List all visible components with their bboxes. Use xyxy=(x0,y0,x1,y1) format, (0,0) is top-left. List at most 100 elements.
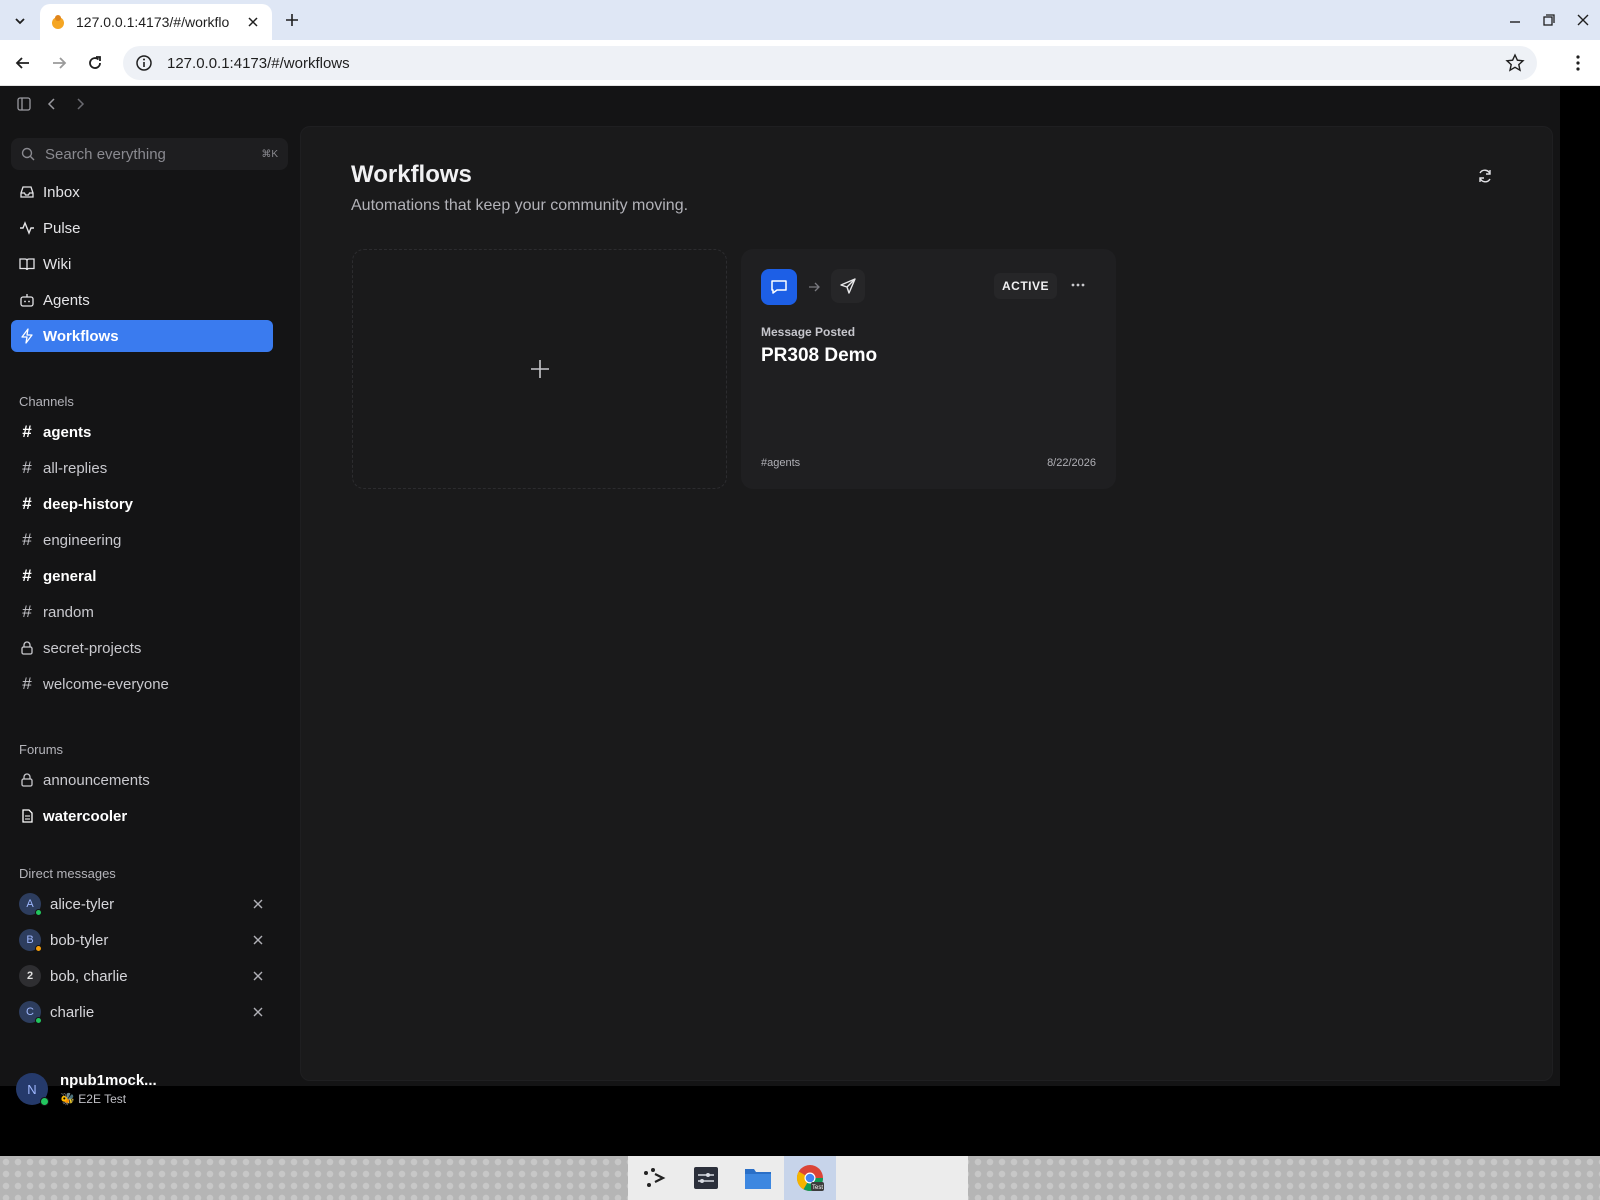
window-edge xyxy=(1560,86,1600,1086)
channels-heading: Channels xyxy=(19,394,74,409)
lock-icon xyxy=(19,640,35,656)
channel-general[interactable]: # general xyxy=(11,560,273,592)
nav-label: Inbox xyxy=(43,183,80,201)
workflow-name: PR308 Demo xyxy=(761,345,878,366)
channel-random[interactable]: # random xyxy=(11,596,273,628)
document-icon xyxy=(19,808,35,824)
close-dm-icon[interactable] xyxy=(251,933,265,947)
search-icon xyxy=(21,147,35,161)
file-manager-icon[interactable] xyxy=(732,1156,784,1200)
dm-name: bob-tyler xyxy=(50,931,109,949)
forum-name: watercooler xyxy=(43,807,128,825)
browser-tab[interactable]: 127.0.0.1:4173/#/workflo xyxy=(40,4,272,40)
reload-icon[interactable] xyxy=(83,51,107,75)
hash-icon: # xyxy=(22,494,32,513)
tab-title: 127.0.0.1:4173/#/workflo xyxy=(76,14,230,30)
os-taskbar: Test xyxy=(0,1156,1600,1200)
nav-label: Pulse xyxy=(43,219,81,237)
close-window-icon[interactable] xyxy=(1566,0,1600,40)
channel-all-replies[interactable]: # all-replies xyxy=(11,452,273,484)
forum-watercooler[interactable]: watercooler xyxy=(11,800,273,832)
workflow-card[interactable]: ACTIVE Message Posted PR308 Demo #agents… xyxy=(741,249,1116,489)
forward-arrow-icon[interactable] xyxy=(47,51,71,75)
page-title: Workflows xyxy=(351,161,472,188)
lock-icon xyxy=(19,772,35,788)
channel-deep-history[interactable]: # deep-history xyxy=(11,488,273,520)
app-window: ⌘K Inbox Pulse Wiki Agents xyxy=(0,86,1560,1106)
presence-dot xyxy=(35,1017,42,1024)
bot-icon xyxy=(19,292,35,308)
send-action-icon xyxy=(831,269,865,303)
avatar: C xyxy=(19,1001,42,1024)
back-arrow-icon[interactable] xyxy=(11,51,35,75)
close-dm-icon[interactable] xyxy=(251,969,265,983)
channel-name: general xyxy=(43,567,97,585)
trigger-label: Message Posted xyxy=(761,325,856,339)
nav-label: Workflows xyxy=(43,327,119,345)
new-tab-plus-icon[interactable] xyxy=(280,8,304,32)
close-dm-icon[interactable] xyxy=(251,897,265,911)
channel-agents[interactable]: # agents xyxy=(11,416,273,448)
more-options-icon[interactable] xyxy=(1068,275,1088,295)
direct-messages-heading: Direct messages xyxy=(19,866,116,881)
minimize-window-icon[interactable] xyxy=(1498,0,1532,40)
site-info-icon[interactable] xyxy=(135,54,153,72)
url-text: 127.0.0.1:4173/#/workflows xyxy=(167,54,350,72)
dm-bob-tyler[interactable]: B bob-tyler xyxy=(11,924,273,956)
tab-list-chevron-icon[interactable] xyxy=(8,9,32,33)
taskbar-dock: Test xyxy=(628,1156,968,1200)
group-count-avatar: 2 xyxy=(19,965,41,987)
hash-icon: # xyxy=(22,674,32,693)
sidebar-toggle-icon[interactable] xyxy=(16,96,32,112)
dm-bob-charlie[interactable]: 2 bob, charlie xyxy=(11,960,273,992)
search-shortcut: ⌘K xyxy=(261,148,278,160)
dm-charlie[interactable]: C charlie xyxy=(11,996,273,1028)
activity-icon xyxy=(19,220,35,236)
svg-text:Test: Test xyxy=(812,1185,823,1191)
arrow-right-icon xyxy=(806,279,822,295)
inbox-icon xyxy=(19,184,35,200)
terminal-settings-icon[interactable] xyxy=(680,1156,732,1200)
refresh-icon[interactable] xyxy=(1474,165,1496,187)
browser-menu-icon[interactable] xyxy=(1568,53,1588,73)
search-box[interactable]: ⌘K xyxy=(11,138,288,170)
nav-agents[interactable]: Agents xyxy=(11,284,273,316)
forum-announcements[interactable]: announcements xyxy=(11,764,273,796)
back-chevron-icon[interactable] xyxy=(44,96,60,112)
channel-name: welcome-everyone xyxy=(43,675,169,693)
chrome-icon[interactable]: Test xyxy=(784,1156,836,1200)
nav-label: Wiki xyxy=(43,255,72,273)
launcher-icon[interactable] xyxy=(628,1156,680,1200)
address-bar[interactable]: 127.0.0.1:4173/#/workflows xyxy=(123,46,1537,80)
restore-window-icon[interactable] xyxy=(1532,0,1566,40)
channel-engineering[interactable]: # engineering xyxy=(11,524,273,556)
nav-pulse[interactable]: Pulse xyxy=(11,212,273,244)
page-subtitle: Automations that keep your community mov… xyxy=(351,197,689,214)
status-emoji: 🐝 xyxy=(60,1092,75,1106)
bookmark-star-icon[interactable] xyxy=(1505,53,1525,73)
dm-name: charlie xyxy=(50,1003,95,1021)
nav-inbox[interactable]: Inbox xyxy=(11,176,273,208)
channel-secret-projects[interactable]: secret-projects xyxy=(11,632,273,664)
forum-name: announcements xyxy=(43,771,150,789)
user-name: npub1mock... xyxy=(60,1072,157,1089)
status-badge: ACTIVE xyxy=(994,273,1058,299)
channel-name: engineering xyxy=(43,531,122,549)
new-workflow-card[interactable] xyxy=(352,249,727,489)
zap-icon xyxy=(19,328,35,344)
nav-workflows[interactable]: Workflows xyxy=(11,320,273,352)
book-icon xyxy=(19,256,35,272)
channel-name: all-replies xyxy=(43,459,108,477)
close-dm-icon[interactable] xyxy=(251,1005,265,1019)
nav-label: Agents xyxy=(43,291,90,309)
hash-icon: # xyxy=(22,422,32,441)
channel-welcome-everyone[interactable]: # welcome-everyone xyxy=(11,668,273,700)
close-tab-icon[interactable] xyxy=(244,13,262,31)
hash-icon: # xyxy=(22,458,32,477)
search-input[interactable] xyxy=(45,145,262,163)
dm-alice-tyler[interactable]: A alice-tyler xyxy=(11,888,273,920)
forward-chevron-icon[interactable] xyxy=(72,96,88,112)
channel-name: deep-history xyxy=(43,495,134,513)
nav-wiki[interactable]: Wiki xyxy=(11,248,273,280)
current-user[interactable]: N npub1mock... 🐝 E2E Test xyxy=(16,1072,157,1106)
